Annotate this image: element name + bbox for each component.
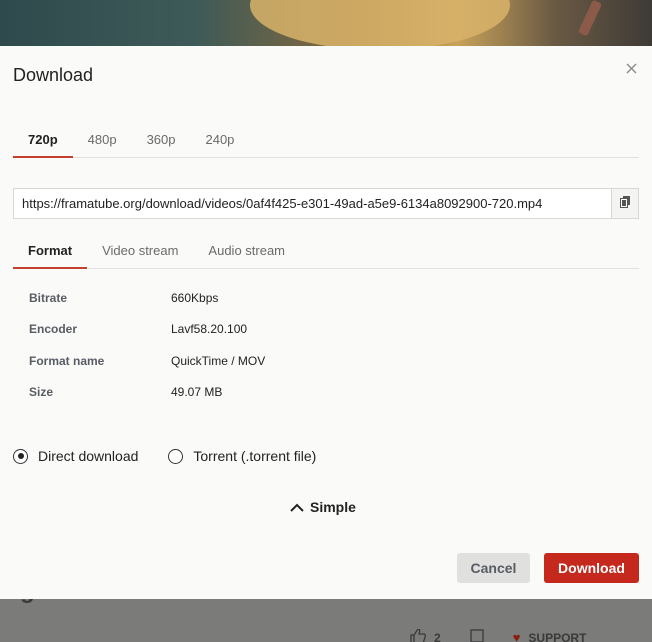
radio-unselected-indicator[interactable] <box>168 448 184 464</box>
tab-480p[interactable]: 480p <box>73 128 132 157</box>
property-row: Encoder Lavf58.20.100 <box>29 314 609 346</box>
simple-advanced-toggle[interactable]: Simple <box>290 499 356 515</box>
modal-title: Download <box>13 65 94 85</box>
property-value: 49.07 MB <box>171 385 223 400</box>
copy-url-button[interactable] <box>611 189 638 218</box>
property-value: QuickTime / MOV <box>171 353 266 368</box>
video-actions: 2 ♥ SUPPORT <box>410 628 587 642</box>
support-action[interactable]: ♥ SUPPORT <box>513 630 587 642</box>
download-url-input[interactable] <box>14 189 611 218</box>
direct-download-label: Direct download <box>38 448 139 464</box>
download-modal: Download 720p 480p 360p 240p Format Vide… <box>0 46 652 599</box>
tab-240p[interactable]: 240p <box>190 128 249 157</box>
copy-icon <box>619 196 631 211</box>
property-label: Encoder <box>29 322 78 337</box>
property-label: Format name <box>29 353 105 368</box>
format-properties: Bitrate 660Kbps Encoder Lavf58.20.100 Fo… <box>29 282 609 408</box>
like-count: 2 <box>434 630 441 642</box>
property-value: Lavf58.20.100 <box>171 322 248 337</box>
download-url-group <box>13 188 639 219</box>
tab-video-stream[interactable]: Video stream <box>87 239 193 268</box>
tab-360p[interactable]: 360p <box>132 128 191 157</box>
video-info-area: s galdes de Framazon 2 ♥ SUPPORT <box>0 577 652 642</box>
download-type-group: Direct download Torrent (.torrent file) <box>13 448 316 464</box>
video-artwork <box>250 0 510 46</box>
toggle-label: Simple <box>310 499 356 515</box>
property-row: Format name QuickTime / MOV <box>29 345 609 377</box>
property-row: Size 49.07 MB <box>29 377 609 409</box>
torrent-download-radio[interactable]: Torrent (.torrent file) <box>168 448 316 464</box>
radio-selected-indicator[interactable] <box>13 448 28 464</box>
thumbs-up-icon <box>410 628 427 642</box>
video-artwork-detail <box>577 0 603 37</box>
close-icon <box>626 61 637 78</box>
torrent-download-label: Torrent (.torrent file) <box>193 448 317 464</box>
support-label: SUPPORT <box>528 630 587 642</box>
property-value: 660Kbps <box>171 290 219 305</box>
property-label: Size <box>29 385 54 400</box>
property-label: Bitrate <box>29 290 68 305</box>
resolution-tabs: 720p 480p 360p 240p <box>13 128 639 158</box>
save-icon <box>469 629 485 642</box>
like-action[interactable]: 2 <box>410 628 441 642</box>
info-tabs: Format Video stream Audio stream <box>13 239 639 269</box>
tab-720p[interactable]: 720p <box>13 128 73 158</box>
tab-format[interactable]: Format <box>13 239 88 269</box>
direct-download-radio[interactable]: Direct download <box>13 448 138 464</box>
heart-icon: ♥ <box>512 630 521 642</box>
tab-audio-stream[interactable]: Audio stream <box>193 239 300 268</box>
chevron-up-icon <box>290 499 304 515</box>
cancel-button[interactable]: Cancel <box>457 553 530 583</box>
close-button[interactable] <box>623 62 639 78</box>
download-button[interactable]: Download <box>544 553 639 583</box>
property-row: Bitrate 660Kbps <box>29 282 609 314</box>
video-player-thumbnail <box>0 0 652 46</box>
save-action[interactable] <box>469 629 485 642</box>
